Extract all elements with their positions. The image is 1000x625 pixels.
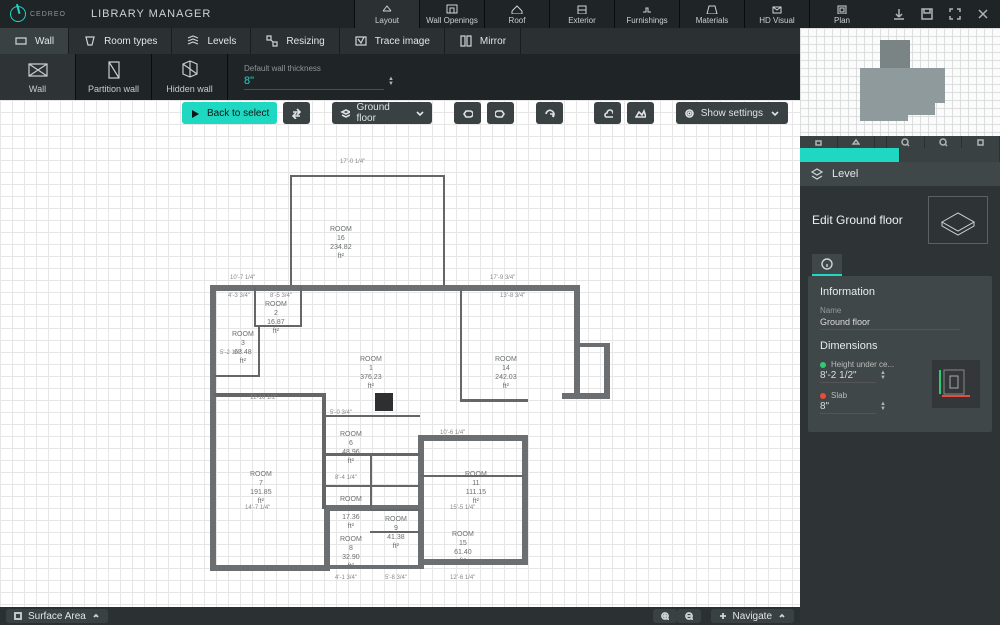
terrain-button[interactable] [627, 102, 654, 124]
room-label: ROOM 1017.36 ft² [340, 495, 362, 531]
dimension-label: 17'-0 1/4" [340, 159, 365, 165]
thickness-stepper[interactable]: ▲▼ [388, 77, 394, 87]
minimap[interactable] [800, 28, 1000, 148]
room-label: ROOM 216.87 ft² [265, 300, 287, 336]
sub-tab-resizing[interactable]: Resizing [251, 28, 339, 54]
panel-heading: Level [800, 162, 1000, 186]
brand-logo: CEDREO [10, 6, 66, 22]
dimension-label: 14'-7 1/4" [245, 505, 270, 511]
mini-zoom-out[interactable] [925, 136, 963, 148]
minimap-controls [800, 136, 1000, 148]
room-label: ROOM 1561.40 ft² [452, 530, 474, 566]
edit-level-row: Edit Ground floor [800, 186, 1000, 254]
sub-tab-room-types[interactable]: Room types [69, 28, 172, 54]
mini-expand[interactable] [962, 136, 1000, 148]
room-label: ROOM 16234.82 ft² [330, 225, 352, 261]
panel-tab-2[interactable] [900, 148, 1000, 162]
dimension-label: 15'-5 1/4" [450, 505, 475, 511]
cloud-button[interactable] [594, 102, 621, 124]
library-label: LIBRARY MANAGER [91, 8, 211, 20]
level-icon [810, 167, 824, 181]
edit-level-title: Edit Ground floor [812, 213, 903, 227]
dimension-label: 8'-4 1/4" [335, 475, 357, 481]
top-bar: CEDREO LIBRARY MANAGER LayoutWall Openin… [0, 0, 1000, 28]
room-label: ROOM 648.96 ft² [340, 430, 362, 466]
right-panel: Level Edit Ground floor Information Name… [800, 148, 1000, 625]
dimension-label: 5'-0 3/4" [330, 410, 352, 416]
tool-partition-wall[interactable]: Partition wall [76, 54, 152, 100]
info-tab[interactable] [812, 254, 842, 276]
slab-input[interactable] [820, 400, 876, 414]
top-tab-materials[interactable]: Materials [679, 0, 744, 28]
room-label: ROOM 363.48 ft² [232, 330, 254, 366]
zoom-out-button[interactable] [677, 609, 701, 623]
mini-zoom-in[interactable] [887, 136, 925, 148]
top-tab-roof[interactable]: Roof [484, 0, 549, 28]
panel-tab-active[interactable] [800, 148, 900, 162]
sub-tab-mirror[interactable]: Mirror [445, 28, 521, 54]
dimension-label: 5'-2 1/4" [220, 350, 242, 356]
surface-area-toggle[interactable]: Surface Area [6, 609, 108, 623]
dimension-label: 10'-6 1/4" [440, 430, 465, 436]
download-icon[interactable] [892, 7, 906, 21]
canvas-ribbon-left: Back to select Ground floor [182, 102, 563, 124]
room-label: ROOM 11111.15 ft² [465, 470, 487, 506]
dimension-preview [932, 360, 980, 408]
refresh-button[interactable] [536, 102, 563, 124]
mini-btn-2[interactable] [838, 136, 876, 148]
room-label: ROOM 7191.85 ft² [250, 470, 272, 506]
canvas-ribbon-right: Show settings [594, 102, 788, 124]
slab-stepper[interactable]: ▲▼ [880, 402, 886, 412]
navigate-toggle[interactable]: Navigate [711, 609, 794, 623]
dimension-label: 12'-6 1/4" [450, 575, 475, 581]
redo-button[interactable] [487, 102, 514, 124]
top-tab-wall-openings[interactable]: Wall Openings [419, 0, 484, 28]
mini-btn-1[interactable] [800, 136, 838, 148]
top-tab-layout[interactable]: Layout [354, 0, 419, 28]
room-label: ROOM 941.38 ft² [385, 515, 407, 551]
dimension-label: 5'-8 3/4" [385, 575, 407, 581]
sub-tab-levels[interactable]: Levels [172, 28, 251, 54]
show-settings-button[interactable]: Show settings [676, 102, 788, 124]
floor-selector[interactable]: Ground floor [332, 102, 432, 124]
save-icon[interactable] [920, 7, 934, 21]
top-tab-furnishings[interactable]: Furnishings [614, 0, 679, 28]
top-tab-plan[interactable]: Plan [809, 0, 874, 28]
dimension-label: 10'-7 1/4" [230, 275, 255, 281]
height-stepper[interactable]: ▲▼ [880, 371, 886, 381]
footer-bar: Surface Area Navigate [0, 607, 800, 625]
dimension-label: 4'-1 3/4" [335, 575, 357, 581]
floorplan-canvas[interactable]: ROOM 16234.82 ft² ROOM 216.87 ft² ROOM 363… [0, 100, 800, 607]
room-label: ROOM 14242.03 ft² [495, 355, 517, 391]
dimension-label: 4'-3 3/4" [228, 293, 250, 299]
dimension-label: 13'-8 3/4" [500, 293, 525, 299]
top-tab-hd-visual[interactable]: HD Visual [744, 0, 809, 28]
sub-tab-trace-image[interactable]: Trace image [340, 28, 445, 54]
close-icon[interactable] [976, 7, 990, 21]
tool-wall[interactable]: Wall [0, 54, 76, 100]
room-label: ROOM 832.90 ft² [340, 535, 362, 571]
information-section: Information Name Ground floor Dimensions… [808, 276, 992, 432]
level-name-field[interactable]: Ground floor [820, 315, 960, 330]
dimension-label: 12-10 1/2" [250, 395, 277, 401]
height-input[interactable] [820, 369, 876, 383]
thickness-input[interactable] [244, 73, 384, 90]
dimension-label: 8'-5 3/4" [270, 293, 292, 299]
wall-thickness-field[interactable]: Default wall thickness ▲▼ [228, 54, 398, 100]
room-label: ROOM 1376.23 ft² [360, 355, 382, 391]
fullscreen-icon[interactable] [948, 7, 962, 21]
top-tab-exterior[interactable]: Exterior [549, 0, 614, 28]
undo-button[interactable] [454, 102, 481, 124]
back-to-select-button[interactable]: Back to select [182, 102, 277, 124]
dimension-label: 17'-9 3/4" [490, 275, 515, 281]
level-preview [928, 196, 988, 244]
tool-hidden-wall[interactable]: Hidden wall [152, 54, 228, 100]
swap-button[interactable] [283, 102, 310, 124]
sub-tab-wall[interactable]: Wall [0, 28, 69, 54]
zoom-in-button[interactable] [653, 609, 677, 623]
